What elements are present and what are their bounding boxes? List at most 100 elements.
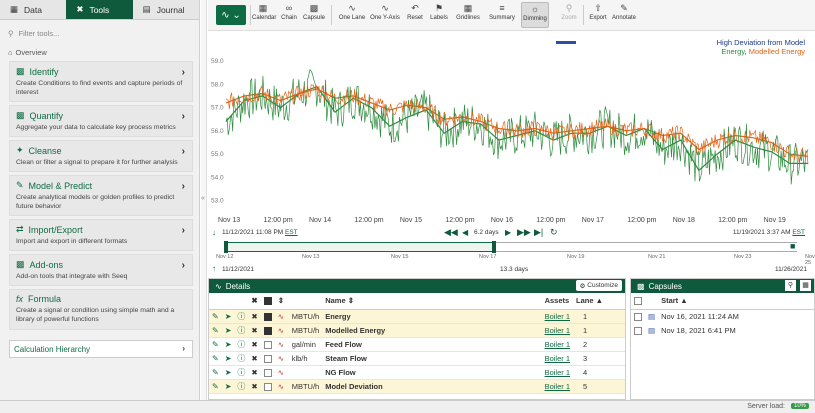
calendar-button[interactable]: ▦ Calendar — [252, 2, 276, 21]
filter-icon[interactable]: ▦ — [800, 280, 811, 291]
info-icon[interactable]: ⓘ — [234, 337, 249, 352]
remove-icon[interactable]: ✖ — [248, 379, 261, 394]
labels-button[interactable]: ⚑ Labels — [428, 2, 450, 21]
to-now-icon[interactable]: ▶| — [534, 227, 543, 238]
navigator-handle-left[interactable] — [224, 241, 228, 253]
row-checkbox[interactable] — [260, 365, 275, 380]
info-icon[interactable]: ⓘ — [234, 309, 249, 324]
asset-link[interactable]: Boiler 1 — [541, 309, 573, 324]
select-all-capsules[interactable] — [631, 293, 645, 310]
tab-data[interactable]: ▦ Data — [0, 0, 67, 19]
chart-plot[interactable]: 59.0 58.0 57.0 56.0 55.0 54.0 53.0 Nov 13 12:00 … — [208, 32, 815, 232]
tool-card-import-export[interactable]: ⇄ Import/Export Import and export in diff… — [9, 219, 193, 251]
rocket-icon[interactable]: ➤ — [221, 323, 235, 338]
info-icon[interactable]: ⓘ — [234, 323, 249, 338]
rocket-icon[interactable]: ➤ — [221, 309, 235, 324]
asset-link[interactable]: Boiler 1 — [541, 337, 573, 352]
capsule-row[interactable]: ▤ Nov 16, 2021 11:24 AM — [631, 309, 814, 323]
trend-chart[interactable]: High Deviation from Model Energy, Modell… — [208, 32, 815, 232]
tab-tools[interactable]: ✖ Tools — [66, 0, 133, 19]
select-all-checkbox[interactable] — [260, 293, 275, 310]
capsule-row[interactable]: ▤ Nov 18, 2021 6:41 PM — [631, 323, 814, 337]
info-icon[interactable]: ⓘ — [234, 351, 249, 366]
tool-card-quantify[interactable]: ▩ Quantify Aggregate your data to calcula… — [9, 105, 193, 137]
series-line[interactable] — [225, 85, 808, 172]
navigator-end-icon[interactable]: ■ — [790, 241, 795, 251]
tool-card-formula[interactable]: fx Formula Create a signal or condition u… — [9, 289, 193, 330]
rocket-icon[interactable]: ➤ — [221, 337, 235, 352]
capsule-checkbox[interactable] — [631, 309, 645, 323]
table-row[interactable]: ✎ ➤ ⓘ ✖ ∿ MBTU/h Modelled Energy Boiler 11 — [209, 323, 625, 338]
display-start-time[interactable]: 11/12/2021 11:08 PM EST — [222, 229, 298, 236]
remove-icon[interactable]: ✖ — [248, 365, 261, 380]
remove-icon[interactable]: ✖ — [248, 337, 261, 352]
search-icon[interactable]: ⚲ — [785, 280, 796, 291]
row-checkbox[interactable] — [260, 323, 275, 338]
tool-card-add-ons[interactable]: ▩ Add-ons Add-on tools that integrate wit… — [9, 254, 193, 286]
edit-icon[interactable]: ✎ — [209, 309, 222, 324]
collapse-left-icon[interactable]: « — [201, 195, 205, 202]
navigator-window[interactable] — [226, 242, 494, 252]
edit-icon[interactable]: ✎ — [209, 323, 222, 338]
lane-column-header[interactable]: Lane ▲ — [573, 293, 625, 310]
display-end-time[interactable]: 11/19/2021 3:37 AM EST — [733, 229, 805, 236]
tool-card-model-predict[interactable]: ✎ Model & Predict Create analytical model… — [9, 175, 193, 216]
tool-card-identify[interactable]: ▩ Identify Create Conditions to find even… — [9, 61, 193, 102]
name-column-header[interactable]: Name ⇕ — [322, 293, 542, 310]
info-icon[interactable]: ⓘ — [234, 379, 249, 394]
edit-icon[interactable]: ✎ — [209, 379, 222, 394]
edit-icon[interactable]: ✎ — [209, 365, 222, 380]
gridlines-button[interactable]: ▦ Gridlines — [454, 2, 482, 21]
filter-tools-input[interactable]: Filter tools... — [19, 29, 60, 38]
table-row[interactable]: ✎ ➤ ⓘ ✖ ∿ NG Flow Boiler 14 — [209, 365, 625, 380]
investigate-end[interactable]: 11/26/2021 — [775, 266, 807, 273]
info-icon[interactable]: ⓘ — [234, 365, 249, 380]
asset-link[interactable]: Boiler 1 — [541, 323, 573, 338]
start-column-header[interactable]: Start ▲ — [658, 293, 814, 310]
table-row[interactable]: ✎ ➤ ⓘ ✖ ∿ klb/h Steam Flow Boiler 13 — [209, 351, 625, 366]
asset-link[interactable]: Boiler 1 — [541, 351, 573, 366]
row-checkbox[interactable] — [260, 309, 275, 324]
remove-icon[interactable]: ✖ — [248, 309, 261, 324]
overview-link[interactable]: ⌂ Overview — [8, 48, 199, 57]
table-row[interactable]: ✎ ➤ ⓘ ✖ ∿ MBTU/h Energy Boiler 11 — [209, 309, 625, 324]
refresh-icon[interactable]: ↻ — [550, 227, 558, 238]
filter-tools[interactable]: ⚲ Filter tools... — [8, 26, 191, 40]
remove-all-icon[interactable]: ✖ — [248, 293, 261, 310]
rocket-icon[interactable]: ➤ — [221, 351, 235, 366]
asset-link[interactable]: Boiler 1 — [541, 365, 573, 380]
row-checkbox[interactable] — [260, 379, 275, 394]
view-selector-button[interactable]: ∿ ⌄ — [216, 5, 246, 25]
export-button[interactable]: ⇧ Export — [587, 2, 609, 21]
panel-splitter[interactable]: « — [201, 0, 207, 400]
capsule-checkbox[interactable] — [631, 323, 645, 337]
investigate-start[interactable]: 11/12/2021 — [222, 266, 254, 273]
edit-icon[interactable]: ✎ — [209, 337, 222, 352]
summary-button[interactable]: ≡ Summary — [488, 2, 516, 21]
zoom-button[interactable]: ⚲ Zoom — [559, 2, 579, 21]
one-y-axis-button[interactable]: ∿ One Y-Axis — [370, 2, 400, 21]
one-lane-button[interactable]: ∿ One Lane — [338, 2, 366, 21]
assets-column-header[interactable]: Assets — [541, 293, 573, 310]
step-forward-icon[interactable]: ▶▶ — [517, 227, 531, 238]
tool-card-cleanse[interactable]: ✦ Cleanse Clean or filter a signal to pre… — [9, 140, 193, 172]
back-icon[interactable]: ◀ — [462, 228, 468, 237]
tab-journal[interactable]: ▤ Journal — [132, 0, 199, 19]
navigator-handle-right[interactable] — [492, 241, 496, 253]
step-back-icon[interactable]: ◀◀ — [444, 227, 458, 238]
sort-icon[interactable]: ⇕ — [274, 293, 289, 310]
remove-icon[interactable]: ✖ — [248, 351, 261, 366]
forward-icon[interactable]: ▶ — [505, 228, 511, 237]
chain-button[interactable]: ∞ Chain — [278, 2, 300, 21]
rocket-icon[interactable]: ➤ — [221, 379, 235, 394]
table-row[interactable]: ✎ ➤ ⓘ ✖ ∿ gal/min Feed Flow Boiler 12 — [209, 337, 625, 352]
calculation-hierarchy[interactable]: Calculation Hierarchy › — [9, 340, 193, 358]
remove-icon[interactable]: ✖ — [248, 323, 261, 338]
capsule-button[interactable]: ▩ Capsule — [302, 2, 326, 21]
reset-button[interactable]: ↶ Reset — [404, 2, 426, 21]
annotate-button[interactable]: ✎ Annotate — [611, 2, 637, 21]
rocket-icon[interactable]: ➤ — [221, 365, 235, 380]
asset-link[interactable]: Boiler 1 — [541, 379, 573, 394]
customize-button[interactable]: ⚙ Customize — [575, 280, 622, 291]
duration-value[interactable]: 6.2 days — [474, 229, 499, 236]
